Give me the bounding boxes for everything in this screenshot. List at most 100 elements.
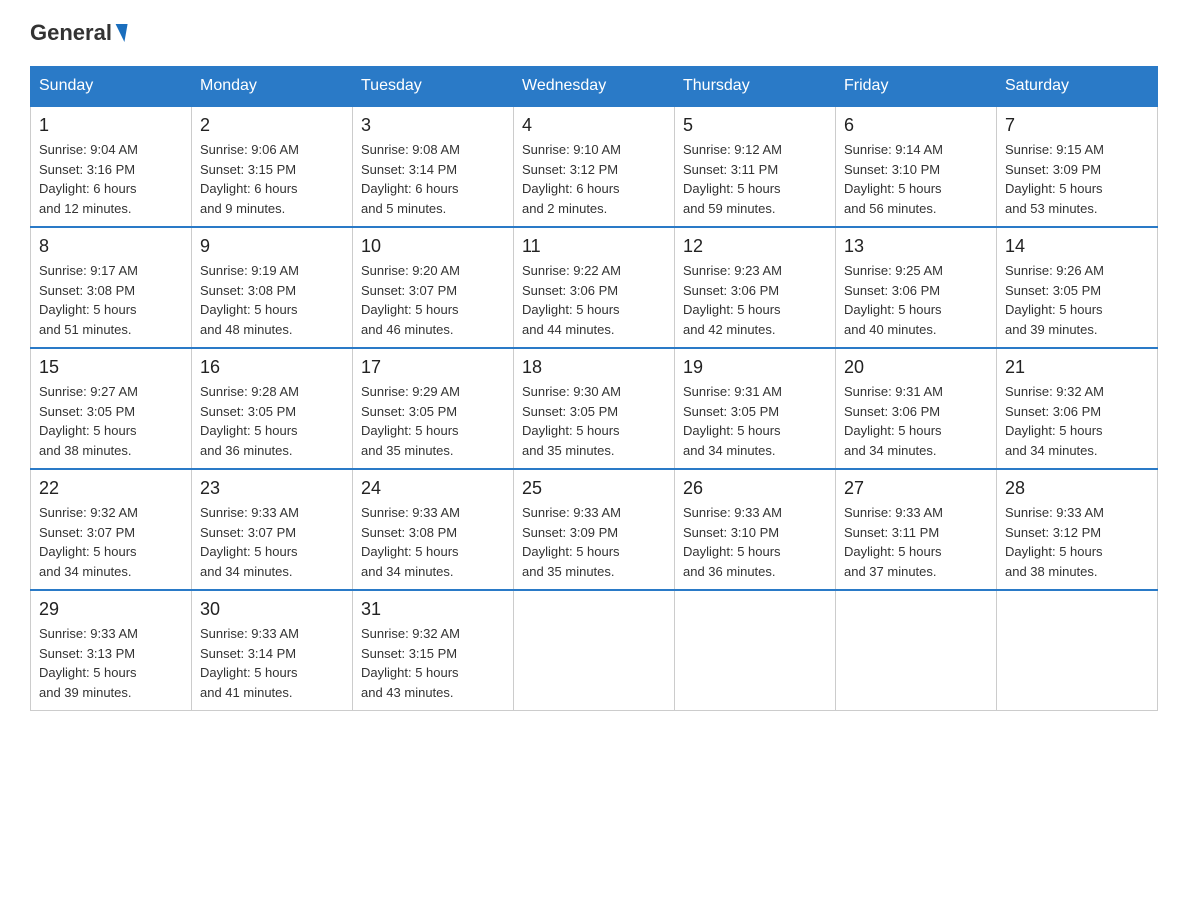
calendar-cell: 8 Sunrise: 9:17 AMSunset: 3:08 PMDaylight…	[31, 227, 192, 348]
day-info: Sunrise: 9:10 AMSunset: 3:12 PMDaylight:…	[522, 140, 666, 218]
day-number: 28	[1005, 478, 1149, 499]
day-info: Sunrise: 9:29 AMSunset: 3:05 PMDaylight:…	[361, 382, 505, 460]
day-info: Sunrise: 9:33 AMSunset: 3:12 PMDaylight:…	[1005, 503, 1149, 581]
day-info: Sunrise: 9:33 AMSunset: 3:07 PMDaylight:…	[200, 503, 344, 581]
day-info: Sunrise: 9:25 AMSunset: 3:06 PMDaylight:…	[844, 261, 988, 339]
day-info: Sunrise: 9:33 AMSunset: 3:08 PMDaylight:…	[361, 503, 505, 581]
day-number: 21	[1005, 357, 1149, 378]
day-number: 12	[683, 236, 827, 257]
calendar-cell: 13 Sunrise: 9:25 AMSunset: 3:06 PMDayligh…	[836, 227, 997, 348]
calendar-week-1: 1 Sunrise: 9:04 AMSunset: 3:16 PMDaylight…	[31, 106, 1158, 227]
day-info: Sunrise: 9:14 AMSunset: 3:10 PMDaylight:…	[844, 140, 988, 218]
day-number: 10	[361, 236, 505, 257]
calendar-cell: 30 Sunrise: 9:33 AMSunset: 3:14 PMDayligh…	[192, 590, 353, 711]
day-number: 13	[844, 236, 988, 257]
day-number: 25	[522, 478, 666, 499]
day-number: 31	[361, 599, 505, 620]
day-number: 29	[39, 599, 183, 620]
calendar-cell: 31 Sunrise: 9:32 AMSunset: 3:15 PMDayligh…	[353, 590, 514, 711]
day-info: Sunrise: 9:06 AMSunset: 3:15 PMDaylight:…	[200, 140, 344, 218]
day-info: Sunrise: 9:32 AMSunset: 3:07 PMDaylight:…	[39, 503, 183, 581]
day-info: Sunrise: 9:15 AMSunset: 3:09 PMDaylight:…	[1005, 140, 1149, 218]
day-info: Sunrise: 9:26 AMSunset: 3:05 PMDaylight:…	[1005, 261, 1149, 339]
calendar-header-sunday: Sunday	[31, 67, 192, 107]
calendar-cell	[997, 590, 1158, 711]
calendar-cell: 28 Sunrise: 9:33 AMSunset: 3:12 PMDayligh…	[997, 469, 1158, 590]
day-info: Sunrise: 9:30 AMSunset: 3:05 PMDaylight:…	[522, 382, 666, 460]
day-info: Sunrise: 9:33 AMSunset: 3:10 PMDaylight:…	[683, 503, 827, 581]
day-number: 8	[39, 236, 183, 257]
day-info: Sunrise: 9:31 AMSunset: 3:06 PMDaylight:…	[844, 382, 988, 460]
calendar-header-wednesday: Wednesday	[514, 67, 675, 107]
day-number: 30	[200, 599, 344, 620]
calendar-cell: 16 Sunrise: 9:28 AMSunset: 3:05 PMDayligh…	[192, 348, 353, 469]
day-number: 16	[200, 357, 344, 378]
calendar-cell: 25 Sunrise: 9:33 AMSunset: 3:09 PMDayligh…	[514, 469, 675, 590]
logo-general-text: General	[30, 20, 112, 46]
day-info: Sunrise: 9:33 AMSunset: 3:14 PMDaylight:…	[200, 624, 344, 702]
calendar-cell: 21 Sunrise: 9:32 AMSunset: 3:06 PMDayligh…	[997, 348, 1158, 469]
day-info: Sunrise: 9:19 AMSunset: 3:08 PMDaylight:…	[200, 261, 344, 339]
calendar-cell: 20 Sunrise: 9:31 AMSunset: 3:06 PMDayligh…	[836, 348, 997, 469]
day-info: Sunrise: 9:33 AMSunset: 3:13 PMDaylight:…	[39, 624, 183, 702]
day-number: 9	[200, 236, 344, 257]
day-number: 5	[683, 115, 827, 136]
calendar-week-4: 22Sunrise: 9:32 AMSunset: 3:07 PMDayligh…	[31, 469, 1158, 590]
calendar-header-monday: Monday	[192, 67, 353, 107]
day-info: Sunrise: 9:33 AMSunset: 3:09 PMDaylight:…	[522, 503, 666, 581]
calendar-cell: 5 Sunrise: 9:12 AMSunset: 3:11 PMDaylight…	[675, 106, 836, 227]
day-info: Sunrise: 9:32 AMSunset: 3:15 PMDaylight:…	[361, 624, 505, 702]
day-info: Sunrise: 9:17 AMSunset: 3:08 PMDaylight:…	[39, 261, 183, 339]
logo: General	[30, 20, 128, 46]
calendar-cell: 7 Sunrise: 9:15 AMSunset: 3:09 PMDaylight…	[997, 106, 1158, 227]
calendar-cell: 3 Sunrise: 9:08 AMSunset: 3:14 PMDaylight…	[353, 106, 514, 227]
day-number: 18	[522, 357, 666, 378]
calendar-cell: 18 Sunrise: 9:30 AMSunset: 3:05 PMDayligh…	[514, 348, 675, 469]
calendar-cell: 10 Sunrise: 9:20 AMSunset: 3:07 PMDayligh…	[353, 227, 514, 348]
day-number: 23	[200, 478, 344, 499]
calendar-cell: 23 Sunrise: 9:33 AMSunset: 3:07 PMDayligh…	[192, 469, 353, 590]
day-info: Sunrise: 9:20 AMSunset: 3:07 PMDaylight:…	[361, 261, 505, 339]
day-info: Sunrise: 9:22 AMSunset: 3:06 PMDaylight:…	[522, 261, 666, 339]
calendar-cell: 29 Sunrise: 9:33 AMSunset: 3:13 PMDayligh…	[31, 590, 192, 711]
calendar-header-row: SundayMondayTuesdayWednesdayThursdayFrid…	[31, 67, 1158, 107]
day-info: Sunrise: 9:28 AMSunset: 3:05 PMDaylight:…	[200, 382, 344, 460]
calendar-cell: 22Sunrise: 9:32 AMSunset: 3:07 PMDayligh…	[31, 469, 192, 590]
calendar-cell: 12Sunrise: 9:23 AMSunset: 3:06 PMDayligh…	[675, 227, 836, 348]
day-number: 24	[361, 478, 505, 499]
calendar-table: SundayMondayTuesdayWednesdayThursdayFrid…	[30, 66, 1158, 711]
logo-arrow-icon	[112, 24, 127, 42]
page-header: General	[30, 20, 1158, 46]
calendar-cell: 19Sunrise: 9:31 AMSunset: 3:05 PMDayligh…	[675, 348, 836, 469]
day-number: 4	[522, 115, 666, 136]
day-info: Sunrise: 9:04 AMSunset: 3:16 PMDaylight:…	[39, 140, 183, 218]
calendar-cell: 17Sunrise: 9:29 AMSunset: 3:05 PMDayligh…	[353, 348, 514, 469]
calendar-cell: 24 Sunrise: 9:33 AMSunset: 3:08 PMDayligh…	[353, 469, 514, 590]
day-number: 1	[39, 115, 183, 136]
day-info: Sunrise: 9:08 AMSunset: 3:14 PMDaylight:…	[361, 140, 505, 218]
logo-text: General	[30, 20, 128, 46]
day-info: Sunrise: 9:32 AMSunset: 3:06 PMDaylight:…	[1005, 382, 1149, 460]
calendar-header-friday: Friday	[836, 67, 997, 107]
calendar-cell	[675, 590, 836, 711]
calendar-cell	[836, 590, 997, 711]
calendar-cell: 26 Sunrise: 9:33 AMSunset: 3:10 PMDayligh…	[675, 469, 836, 590]
day-number: 27	[844, 478, 988, 499]
day-number: 26	[683, 478, 827, 499]
calendar-cell: 27Sunrise: 9:33 AMSunset: 3:11 PMDayligh…	[836, 469, 997, 590]
day-info: Sunrise: 9:31 AMSunset: 3:05 PMDaylight:…	[683, 382, 827, 460]
calendar-cell	[514, 590, 675, 711]
calendar-cell: 2 Sunrise: 9:06 AMSunset: 3:15 PMDaylight…	[192, 106, 353, 227]
day-info: Sunrise: 9:27 AMSunset: 3:05 PMDaylight:…	[39, 382, 183, 460]
day-number: 7	[1005, 115, 1149, 136]
calendar-cell: 15Sunrise: 9:27 AMSunset: 3:05 PMDayligh…	[31, 348, 192, 469]
day-number: 2	[200, 115, 344, 136]
calendar-week-2: 8 Sunrise: 9:17 AMSunset: 3:08 PMDaylight…	[31, 227, 1158, 348]
day-number: 11	[522, 236, 666, 257]
day-number: 3	[361, 115, 505, 136]
calendar-cell: 9 Sunrise: 9:19 AMSunset: 3:08 PMDaylight…	[192, 227, 353, 348]
calendar-cell: 4 Sunrise: 9:10 AMSunset: 3:12 PMDaylight…	[514, 106, 675, 227]
calendar-cell: 6Sunrise: 9:14 AMSunset: 3:10 PMDaylight…	[836, 106, 997, 227]
day-number: 20	[844, 357, 988, 378]
day-info: Sunrise: 9:12 AMSunset: 3:11 PMDaylight:…	[683, 140, 827, 218]
